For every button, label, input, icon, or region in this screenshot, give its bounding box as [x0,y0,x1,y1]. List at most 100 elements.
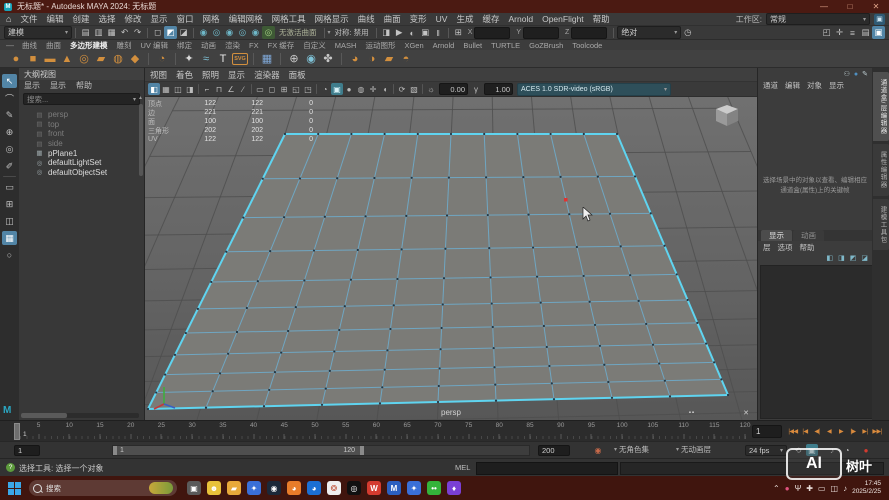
boolean-union-icon[interactable]: ◕ [347,51,363,66]
menu-item[interactable]: 文件 [20,13,37,25]
menu-item[interactable]: 曲面 [384,13,401,25]
outliner-search-input[interactable]: 搜索... ▾ [23,93,140,105]
menu-item[interactable]: 显示 [151,13,168,25]
shelf-icon[interactable] [148,53,149,65]
shadows-icon[interactable]: ✛ [367,83,379,95]
layer-list[interactable] [760,265,873,419]
shelf-tab[interactable]: Bullet [463,41,482,50]
shelf-collapse-icon[interactable]: — [6,41,14,50]
channel-box-menu-item[interactable]: 编辑 [785,80,800,91]
shelf-tab[interactable]: 绑定 [177,40,192,51]
boolean-difference-icon[interactable]: ◑ [364,51,380,66]
select-tool-icon[interactable]: ↖ [2,74,17,88]
separate-icon[interactable]: ◓ [398,51,414,66]
app-window-icon[interactable]: ▣ [187,481,201,495]
viewport-toolbar-icon[interactable] [393,84,394,94]
viewport-menu-item[interactable]: 视图 [150,69,167,81]
app-edge-icon[interactable]: ◕ [307,481,321,495]
shelf-tab[interactable]: Toolcode [572,41,602,50]
play-forward-button[interactable]: ▶ [835,424,847,438]
poly-cube-icon[interactable]: ■ [25,51,41,66]
open-scene-icon[interactable]: ▥ [92,26,105,39]
z-input[interactable] [571,27,607,39]
app-folder-icon[interactable]: ▰ [227,481,241,495]
viewport-corner-icons[interactable]: ▪▪ [689,410,695,416]
menu-item[interactable]: 曲线 [358,13,375,25]
menu-item[interactable]: 帮助 [593,13,610,25]
layout-four-pane-icon[interactable]: ⊞ [2,197,17,211]
poly-cylinder-icon[interactable]: ▬ [42,51,58,66]
rotate-tool-icon[interactable]: ◎ [2,142,17,156]
layer-menu-item[interactable]: 层 [763,242,771,253]
time-slider[interactable]: 5101520253035404550556065707580859095100… [0,420,889,441]
sidebar-vertical-tab[interactable]: 通道盒/层编辑器 [873,72,889,141]
start-button[interactable] [8,482,21,495]
sphere-toggle-icon[interactable]: ● [854,71,858,78]
snap-projected-icon[interactable]: ◎ [236,26,249,39]
poly-disc-icon[interactable]: ◍ [110,51,126,66]
app-blue-hex-icon[interactable]: ✦ [247,481,261,495]
toggle-attribute-editor-icon[interactable]: ≡ [846,26,859,39]
snap-point-icon[interactable]: ◉ [223,26,236,39]
outliner-item-front[interactable]: ▤ front [19,129,144,139]
home-icon[interactable]: ⌂ [6,14,11,24]
symmetry-select[interactable]: 对称: 禁用 [335,27,369,38]
make-live-icon[interactable]: ◎ [262,26,275,39]
app-purple-icon[interactable]: ♦ [447,481,461,495]
outliner-item-side[interactable]: ▤ side [19,139,144,149]
paint-select-tool-icon[interactable]: ✎ [2,108,17,122]
workspace-pin-icon[interactable]: ▣ [874,14,885,25]
range-start-handle[interactable] [113,446,117,455]
step-forward-key-button[interactable]: ▶| [859,424,871,438]
snap-curve-icon[interactable]: ◎ [210,26,223,39]
taskbar-clock[interactable]: 17:45 2025/2/25 [852,480,885,496]
workspace-select[interactable]: 常规 ▾ [766,13,870,25]
shelf-tab[interactable]: 自定义 [303,40,326,51]
menu-item[interactable]: 创建 [72,13,89,25]
gate-mask-icon[interactable]: ◻ [266,83,278,95]
shelf-tab[interactable]: TURTLE [491,41,520,50]
select-camera-icon[interactable]: ◧ [148,83,160,95]
use-all-lights-icon[interactable]: ◍ [355,83,367,95]
shaded-icon[interactable]: ▣ [331,83,343,95]
show-hide-person-icon[interactable]: ⚇ [844,70,850,78]
menu-item[interactable]: OpenFlight [542,14,584,24]
mel-input[interactable] [476,462,618,475]
scale-tool-icon[interactable]: ✐ [2,159,17,173]
new-layer-icon[interactable]: ◧ [827,254,834,262]
layer-menu-item[interactable]: 选项 [778,242,793,253]
app-wechat-icon[interactable]: •• [427,481,441,495]
shelf-tab[interactable]: XGen [404,41,423,50]
menu-item[interactable]: 生成 [456,13,473,25]
status-icon[interactable] [193,28,194,38]
svg-tool-icon[interactable]: SVG [232,53,248,65]
outliner-menu-item[interactable]: 显示 [24,80,40,91]
select-hierarchy-icon[interactable]: ◻ [151,26,164,39]
curve-warp-icon[interactable]: ≈ [198,51,214,66]
shelf-tab[interactable]: 曲面 [46,40,61,51]
textured-icon[interactable]: ● [343,83,355,95]
new-scene-icon[interactable]: ▤ [79,26,92,39]
app-obs-icon[interactable]: ◎ [347,481,361,495]
new-layer-icon[interactable]: ◪ [861,254,868,262]
outliner-item-defaultobjectset[interactable]: ◎ defaultObjectSet [19,168,144,178]
bookmark-icon[interactable]: ◨ [184,83,196,95]
menu-item[interactable]: 编辑网格 [229,13,263,25]
sidebar-vertical-tab[interactable]: 属性编辑器 [873,144,889,196]
film-gate-icon[interactable]: ∕ [237,83,249,95]
status-icon[interactable] [147,28,148,38]
range-end-handle[interactable] [360,446,364,455]
filter-caret-icon[interactable]: ▾ [133,96,136,103]
resolution-gate-icon[interactable]: ▭ [254,83,266,95]
channel-box-menu-item[interactable]: 显示 [829,80,844,91]
go-to-start-button[interactable]: |◀◀ [787,424,799,438]
edit-toggle-icon[interactable]: ✎ [862,70,868,78]
playback-range[interactable]: 1 120 [113,446,364,455]
tray-plus-icon[interactable]: ✚ [806,484,813,493]
viewport-toolbar-icon[interactable] [422,84,423,94]
select-object-icon[interactable]: ◩ [164,26,177,39]
snap-view-icon[interactable]: ◉ [249,26,262,39]
undo-icon[interactable]: ↶ [118,26,131,39]
sidebar-active-icon[interactable]: ▣ [872,26,885,39]
shelf-tab[interactable]: GoZBrush [529,41,563,50]
